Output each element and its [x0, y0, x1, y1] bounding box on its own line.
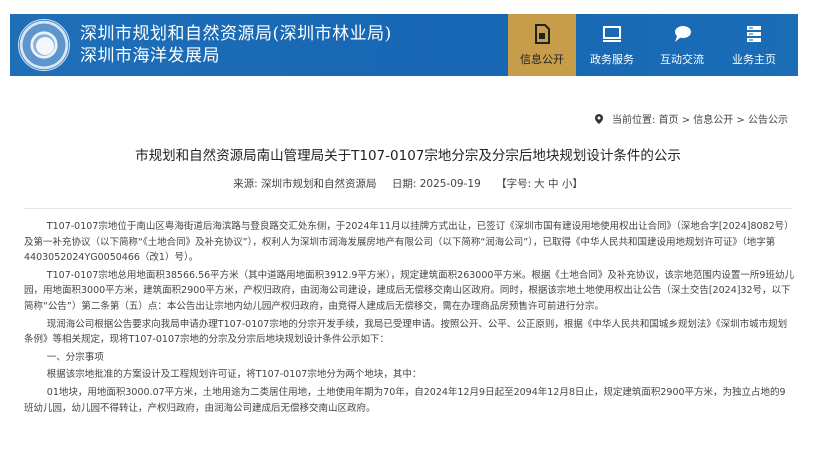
nav-label: 政务服务 [590, 53, 634, 66]
paragraph: 01地块，用地面积3000.07平方米，土地用途为二类居住用地，土地使用年期为7… [24, 386, 786, 414]
paragraph: T107-0107宗地总用地面积38566.56平方米（其中道路用地面积3912… [24, 269, 794, 312]
emblem-logo[interactable] [18, 19, 70, 71]
breadcrumb-prefix: 当前位置: [611, 115, 656, 126]
font-size-switch: 【字号: 大 中 小】 [496, 178, 583, 190]
nav-label: 业务主页 [732, 53, 776, 66]
article-meta: 来源: 深圳市规划和自然资源局 日期: 2025-09-19 【字号: 大 中 小… [0, 176, 816, 191]
nav-info-disclosure[interactable]: 信息公开 [508, 14, 576, 76]
article-date: 日期: 2025-09-19 [391, 178, 481, 190]
paragraph: T107-0107宗地位于南山区粤海街道后海滨路与登良路交汇处东侧，于2024年… [24, 221, 794, 264]
site-header: 深圳市规划和自然资源局(深圳市林业局) 深圳市海洋发展局 信息公开 政务服务 互… [0, 0, 816, 78]
nav-interaction[interactable]: 互动交流 [648, 14, 716, 76]
breadcrumb-path[interactable]: 首页 > 信息公开 > 公告公示 [659, 115, 788, 126]
font-size-prefix: 【字号: [496, 178, 532, 190]
org-title[interactable]: 深圳市规划和自然资源局(深圳市林业局) 深圳市海洋发展局 [80, 23, 392, 67]
paragraph: 根据该宗地批准的方案设计及工程规划许可证，将T107-0107宗地分为两个地块，… [46, 369, 422, 381]
nav-label: 信息公开 [520, 53, 564, 66]
monitor-icon [603, 26, 621, 42]
org-name-line1: 深圳市规划和自然资源局(深圳市林业局) [80, 24, 392, 44]
divider [24, 208, 792, 209]
breadcrumb: 当前位置: 首页 > 信息公开 > 公告公示 [594, 111, 788, 126]
paragraph: 现润海公司根据公告要求向我局申请办理T107-0107宗地的分宗开发手续，我局已… [24, 318, 788, 346]
header-banner: 深圳市规划和自然资源局(深圳市林业局) 深圳市海洋发展局 信息公开 政务服务 互… [10, 14, 798, 76]
location-pin-icon [594, 114, 603, 124]
document-icon [535, 24, 550, 44]
font-size-suffix: 】 [572, 178, 583, 190]
server-icon [747, 26, 761, 42]
nav-business-home[interactable]: 业务主页 [720, 14, 788, 76]
article-source: 来源: 深圳市规划和自然资源局 [233, 178, 377, 190]
font-size-large-button[interactable]: 大 [534, 178, 545, 190]
section-heading: 一、分宗事项 [46, 351, 104, 363]
font-size-small-button[interactable]: 小 [562, 178, 573, 190]
nav-label: 互动交流 [660, 53, 704, 66]
org-name-line2: 深圳市海洋发展局 [80, 46, 220, 66]
article-title: 市规划和自然资源局南山管理局关于T107-0107宗地分宗及分宗后地块规划设计条… [135, 148, 681, 164]
article-body: T107-0107宗地位于南山区粤海街道后海滨路与登良路交汇处东侧，于2024年… [24, 219, 794, 418]
font-size-medium-button[interactable]: 中 [548, 178, 559, 190]
chat-icon [675, 26, 691, 42]
nav-gov-services[interactable]: 政务服务 [578, 14, 646, 76]
